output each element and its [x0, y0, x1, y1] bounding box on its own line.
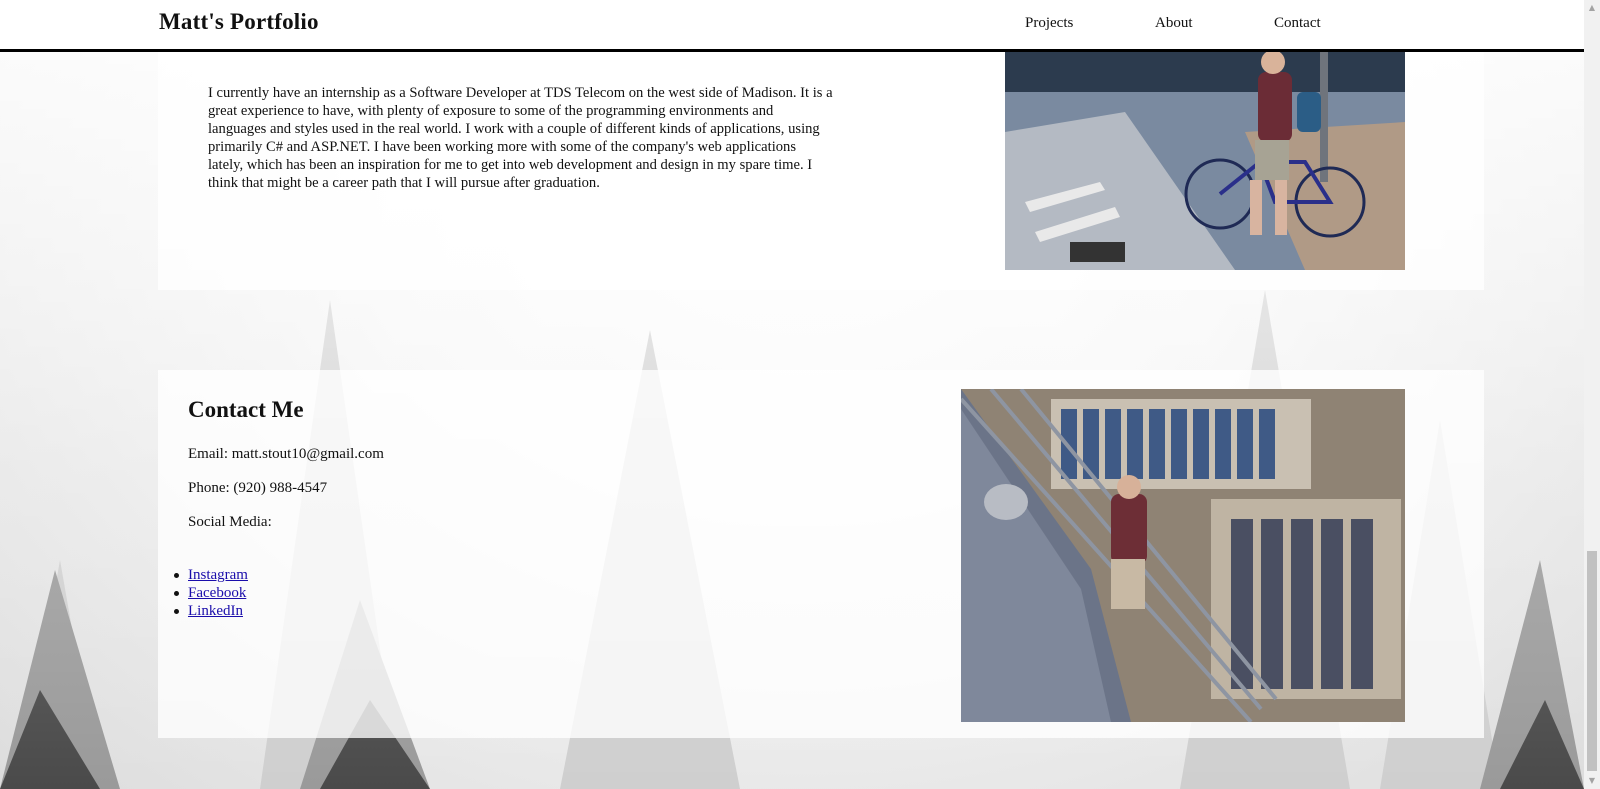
list-item: Facebook: [174, 584, 248, 602]
building-photo: [961, 389, 1405, 722]
bicycle-photo: [1005, 52, 1405, 270]
linkedin-link[interactable]: LinkedIn: [188, 603, 243, 619]
contact-heading: Contact Me: [188, 397, 304, 422]
contact-phone: Phone: (920) 988-4547: [188, 480, 328, 496]
contact-email: Email: matt.stout10@gmail.com: [188, 446, 384, 462]
facebook-link[interactable]: Facebook: [188, 585, 246, 601]
scroll-up-arrow-icon[interactable]: ▲: [1584, 0, 1600, 16]
list-item: Instagram: [174, 566, 248, 584]
scrollbar-thumb[interactable]: [1587, 551, 1597, 771]
social-links-list: Instagram Facebook LinkedIn: [174, 566, 248, 620]
social-media-label: Social Media:: [188, 514, 272, 530]
about-paragraph: I currently have an internship as a Soft…: [208, 84, 833, 191]
nav-link-contact[interactable]: Contact: [1274, 15, 1321, 32]
site-header: Matt's Portfolio Projects About Contact: [0, 0, 1584, 52]
nav-link-projects[interactable]: Projects: [1025, 15, 1073, 32]
site-brand[interactable]: Matt's Portfolio: [159, 9, 319, 35]
list-item: LinkedIn: [174, 602, 248, 620]
vertical-scrollbar[interactable]: ▲ ▼: [1584, 0, 1600, 789]
nav-link-about[interactable]: About: [1155, 15, 1193, 32]
bicycle-photo-image: [1005, 52, 1405, 270]
scroll-down-arrow-icon[interactable]: ▼: [1584, 773, 1600, 789]
building-photo-image: [961, 389, 1405, 722]
instagram-link[interactable]: Instagram: [188, 567, 248, 583]
